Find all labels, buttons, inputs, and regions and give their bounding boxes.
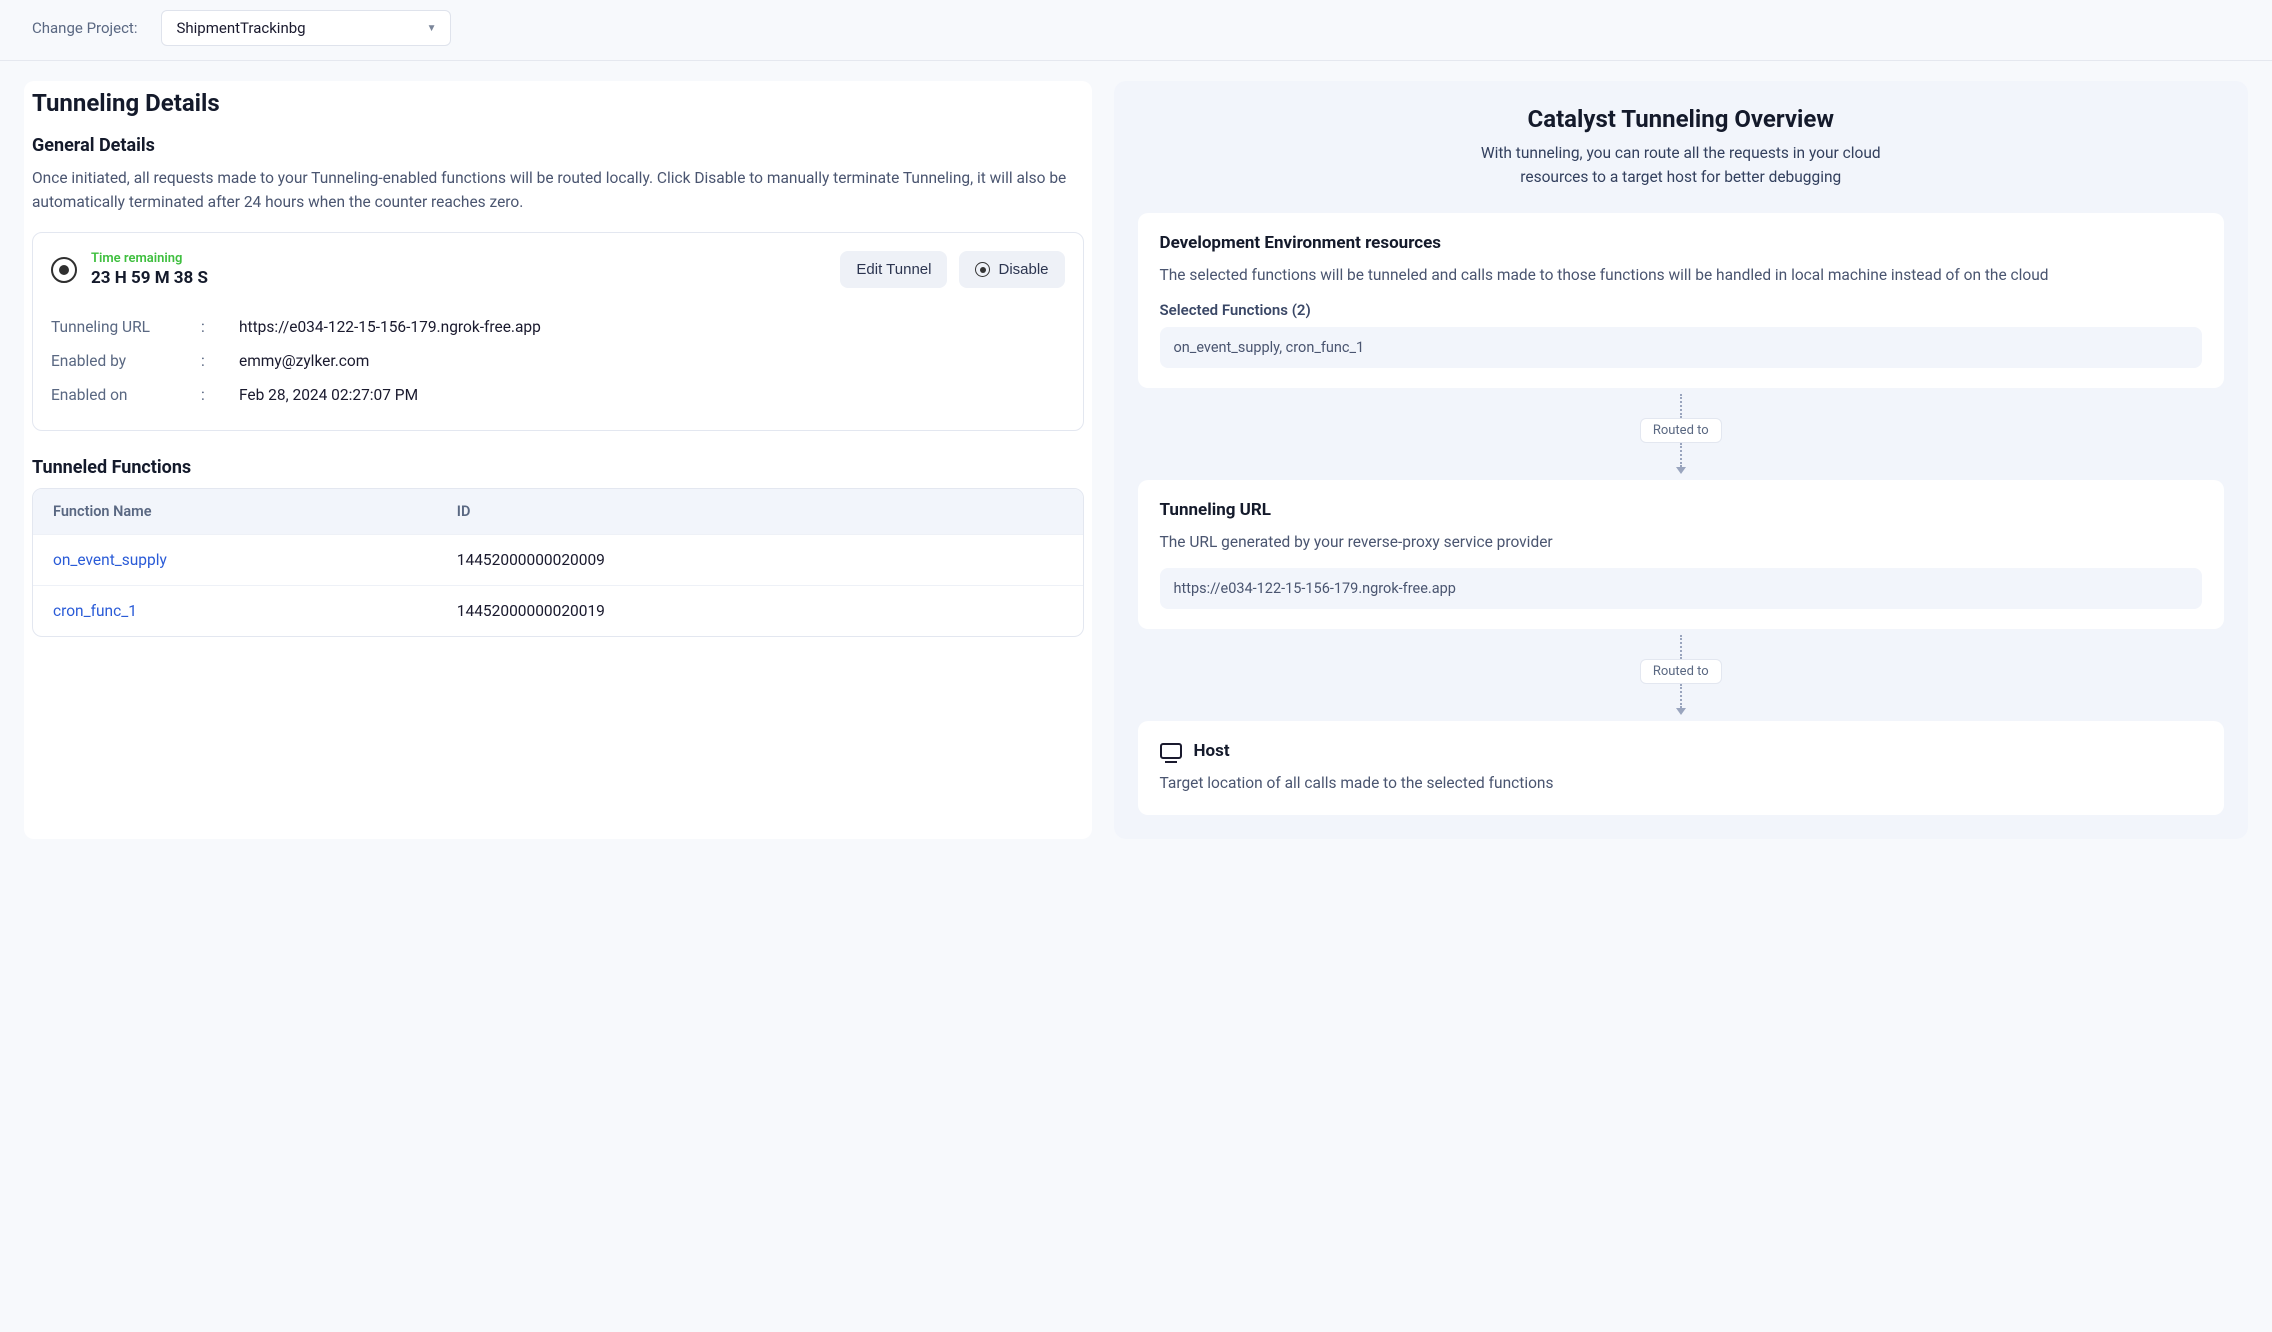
kv-tunneling-url: Tunneling URL : https://e034-122-15-156-… (51, 310, 1065, 344)
tunneling-details-panel: Tunneling Details General Details Once i… (24, 81, 1092, 839)
monitor-icon (1160, 743, 1182, 759)
flow-connector: Routed to (1138, 394, 2224, 474)
edit-tunnel-button[interactable]: Edit Tunnel (840, 251, 947, 288)
card-title: Host (1194, 741, 1230, 761)
kv-enabled-on: Enabled on : Feb 28, 2024 02:27:07 PM (51, 378, 1065, 412)
tunneling-url-card: Tunneling URL The URL generated by your … (1138, 480, 2224, 629)
edit-tunnel-label: Edit Tunnel (856, 261, 931, 278)
col-function-name: Function Name (53, 503, 457, 520)
overview-panel: Catalyst Tunneling Overview With tunneli… (1114, 81, 2248, 839)
page-title: Tunneling Details (32, 89, 1084, 117)
disable-label: Disable (998, 261, 1048, 278)
top-bar: Change Project: ShipmentTrackinbg ▼ (0, 0, 2272, 61)
tunnel-status-card: Time remaining 23 H 59 M 38 S Edit Tunne… (32, 232, 1084, 431)
kv-enabled-by: Enabled by : emmy@zylker.com (51, 344, 1065, 378)
project-select[interactable]: ShipmentTrackinbg ▼ (161, 10, 451, 46)
time-remaining-label: Time remaining (91, 251, 208, 266)
project-select-value: ShipmentTrackinbg (176, 19, 305, 37)
disable-circle-icon (975, 262, 990, 277)
chevron-down-icon: ▼ (427, 23, 437, 34)
arrow-down-icon (1676, 467, 1686, 474)
selected-functions-label: Selected Functions (2) (1160, 301, 2202, 319)
card-desc: The URL generated by your reverse-proxy … (1160, 530, 2202, 554)
kv-value: emmy@zylker.com (239, 352, 369, 370)
overview-title: Catalyst Tunneling Overview (1138, 105, 2224, 133)
routed-to-pill: Routed to (1640, 418, 1722, 443)
arrow-down-icon (1676, 708, 1686, 715)
kv-value: Feb 28, 2024 02:27:07 PM (239, 386, 418, 404)
selected-functions-value: on_event_supply, cron_func_1 (1160, 327, 2202, 368)
kv-key: Tunneling URL (51, 318, 201, 336)
table-row: cron_func_1 14452000000020019 (33, 585, 1083, 636)
disable-button[interactable]: Disable (959, 251, 1064, 288)
tunneling-url-value: https://e034-122-15-156-179.ngrok-free.a… (1160, 568, 2202, 609)
tunneled-functions-title: Tunneled Functions (32, 457, 1084, 478)
kv-key: Enabled on (51, 386, 201, 404)
kv-value: https://e034-122-15-156-179.ngrok-free.a… (239, 318, 541, 336)
kv-key: Enabled by (51, 352, 201, 370)
overview-desc: With tunneling, you can route all the re… (1471, 141, 1891, 189)
change-project-label: Change Project: (32, 19, 137, 37)
flow-connector: Routed to (1138, 635, 2224, 715)
host-card: Host Target location of all calls made t… (1138, 721, 2224, 815)
card-desc: The selected functions will be tunneled … (1160, 263, 2202, 287)
function-link[interactable]: on_event_supply (53, 551, 167, 569)
status-active-icon (51, 257, 77, 283)
card-title: Tunneling URL (1160, 500, 2202, 520)
card-desc: Target location of all calls made to the… (1160, 771, 2202, 795)
card-title: Development Environment resources (1160, 233, 2202, 253)
function-link[interactable]: cron_func_1 (53, 602, 137, 620)
dev-env-card: Development Environment resources The se… (1138, 213, 2224, 388)
functions-table: Function Name ID on_event_supply 1445200… (32, 488, 1084, 637)
general-details-title: General Details (32, 135, 1084, 156)
col-id: ID (457, 503, 1063, 520)
routed-to-pill: Routed to (1640, 659, 1722, 684)
time-remaining-value: 23 H 59 M 38 S (91, 268, 208, 288)
function-id: 14452000000020019 (457, 602, 1063, 620)
general-details-desc: Once initiated, all requests made to you… (32, 166, 1084, 214)
function-id: 14452000000020009 (457, 551, 1063, 569)
table-row: on_event_supply 14452000000020009 (33, 534, 1083, 585)
